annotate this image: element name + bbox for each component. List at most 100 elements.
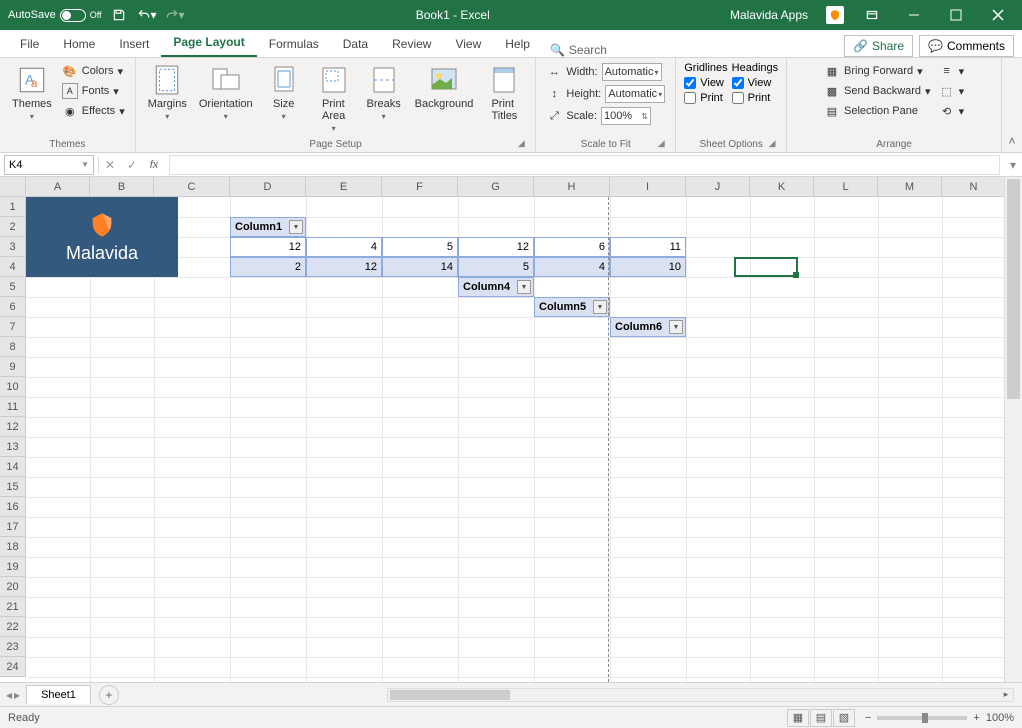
- row-header-14[interactable]: 14: [0, 457, 26, 477]
- tab-data[interactable]: Data: [331, 31, 380, 57]
- breaks-button[interactable]: Breaks▾: [361, 62, 407, 123]
- add-sheet-button[interactable]: +: [99, 685, 119, 705]
- enter-formula-icon[interactable]: ✓: [121, 155, 143, 175]
- row-header-3[interactable]: 3: [0, 237, 26, 257]
- table-cell[interactable]: 5: [458, 257, 534, 277]
- tab-file[interactable]: File: [8, 31, 51, 57]
- table-cell[interactable]: 4: [534, 257, 610, 277]
- tab-insert[interactable]: Insert: [107, 31, 161, 57]
- table-header[interactable]: Column5▼: [534, 297, 610, 317]
- page-setup-launcher[interactable]: ◢: [515, 138, 527, 150]
- col-header-K[interactable]: K: [750, 177, 814, 197]
- ribbon-display-icon[interactable]: [852, 0, 892, 30]
- scale-input[interactable]: 100%⇅: [601, 107, 651, 125]
- cancel-formula-icon[interactable]: ✕: [99, 155, 121, 175]
- vertical-scrollbar[interactable]: [1004, 177, 1022, 682]
- row-header-20[interactable]: 20: [0, 577, 26, 597]
- row-header-8[interactable]: 8: [0, 337, 26, 357]
- row-header-16[interactable]: 16: [0, 497, 26, 517]
- sheet-options-launcher[interactable]: ◢: [766, 138, 778, 150]
- zoom-out-button[interactable]: −: [865, 712, 871, 724]
- zoom-slider[interactable]: [877, 716, 967, 720]
- table-cell[interactable]: 6: [534, 237, 610, 257]
- col-header-H[interactable]: H: [534, 177, 610, 197]
- tab-page-layout[interactable]: Page Layout: [161, 29, 256, 57]
- table-cell[interactable]: 2: [230, 257, 306, 277]
- table-cell[interactable]: 14: [382, 257, 458, 277]
- effects-button[interactable]: ◉Effects ▾: [60, 102, 127, 120]
- row-header-1[interactable]: 1: [0, 197, 26, 217]
- row-header-2[interactable]: 2: [0, 217, 26, 237]
- row-header-4[interactable]: 4: [0, 257, 26, 277]
- table-header[interactable]: Column6▼: [610, 317, 686, 337]
- row-header-9[interactable]: 9: [0, 357, 26, 377]
- col-header-I[interactable]: I: [610, 177, 686, 197]
- margins-button[interactable]: Margins▾: [144, 62, 191, 123]
- autosave-toggle[interactable]: AutoSave Off: [8, 9, 102, 22]
- col-header-D[interactable]: D: [230, 177, 306, 197]
- tab-help[interactable]: Help: [493, 31, 542, 57]
- table-header[interactable]: Column4▼: [458, 277, 534, 297]
- table-cell[interactable]: 12: [306, 257, 382, 277]
- filter-icon[interactable]: ▼: [289, 220, 303, 234]
- fx-icon[interactable]: fx: [143, 155, 165, 175]
- gridlines-view-check[interactable]: View: [684, 77, 727, 89]
- expand-formula-bar[interactable]: ▾: [1004, 158, 1022, 172]
- minimize-icon[interactable]: [894, 0, 934, 30]
- row-header-15[interactable]: 15: [0, 477, 26, 497]
- table-cell[interactable]: 11: [610, 237, 686, 257]
- row-header-5[interactable]: 5: [0, 277, 26, 297]
- row-header-22[interactable]: 22: [0, 617, 26, 637]
- table-header[interactable]: Column1▼: [230, 217, 306, 237]
- filter-icon[interactable]: ▼: [593, 300, 607, 314]
- colors-button[interactable]: 🎨Colors ▾: [60, 62, 127, 80]
- col-header-C[interactable]: C: [154, 177, 230, 197]
- zoom-level[interactable]: 100%: [986, 712, 1014, 724]
- save-icon[interactable]: [108, 4, 130, 26]
- col-header-B[interactable]: B: [90, 177, 154, 197]
- undo-icon[interactable]: ▾: [136, 4, 158, 26]
- row-header-21[interactable]: 21: [0, 597, 26, 617]
- row-header-19[interactable]: 19: [0, 557, 26, 577]
- tab-view[interactable]: View: [443, 31, 493, 57]
- search-box[interactable]: 🔍Search: [542, 43, 615, 57]
- background-button[interactable]: Background: [411, 62, 478, 112]
- headings-print-check[interactable]: Print: [732, 92, 778, 104]
- row-header-10[interactable]: 10: [0, 377, 26, 397]
- row-header-17[interactable]: 17: [0, 517, 26, 537]
- col-header-E[interactable]: E: [306, 177, 382, 197]
- sheet-nav-next[interactable]: ▸: [14, 688, 20, 702]
- align-button[interactable]: ≡▾: [937, 62, 967, 80]
- filter-icon[interactable]: ▼: [517, 280, 531, 294]
- sheet-nav-prev[interactable]: ◂: [6, 688, 12, 702]
- col-header-F[interactable]: F: [382, 177, 458, 197]
- close-icon[interactable]: [978, 0, 1018, 30]
- table-cell[interactable]: 12: [458, 237, 534, 257]
- width-select[interactable]: Automatic▾: [602, 63, 662, 81]
- col-header-M[interactable]: M: [878, 177, 942, 197]
- group-button[interactable]: ⬚▾: [937, 82, 967, 100]
- gridlines-print-check[interactable]: Print: [684, 92, 727, 104]
- row-header-7[interactable]: 7: [0, 317, 26, 337]
- filter-icon[interactable]: ▼: [669, 320, 683, 334]
- tab-home[interactable]: Home: [51, 31, 107, 57]
- height-select[interactable]: Automatic▾: [605, 85, 665, 103]
- row-header-6[interactable]: 6: [0, 297, 26, 317]
- sheet-tab[interactable]: Sheet1: [26, 685, 91, 704]
- row-header-18[interactable]: 18: [0, 537, 26, 557]
- tab-review[interactable]: Review: [380, 31, 443, 57]
- name-box[interactable]: K4▼: [4, 155, 94, 175]
- col-header-J[interactable]: J: [686, 177, 750, 197]
- col-header-L[interactable]: L: [814, 177, 878, 197]
- col-header-N[interactable]: N: [942, 177, 1004, 197]
- rotate-button[interactable]: ⟲▾: [937, 102, 967, 120]
- scale-launcher[interactable]: ◢: [655, 138, 667, 150]
- themes-button[interactable]: Aa Themes▾: [8, 62, 56, 123]
- headings-view-check[interactable]: View: [732, 77, 778, 89]
- row-header-23[interactable]: 23: [0, 637, 26, 657]
- maximize-icon[interactable]: [936, 0, 976, 30]
- share-button[interactable]: 🔗Share: [844, 35, 913, 57]
- col-header-G[interactable]: G: [458, 177, 534, 197]
- selection-pane-button[interactable]: ▤Selection Pane: [822, 102, 933, 120]
- formula-input[interactable]: [169, 155, 1000, 175]
